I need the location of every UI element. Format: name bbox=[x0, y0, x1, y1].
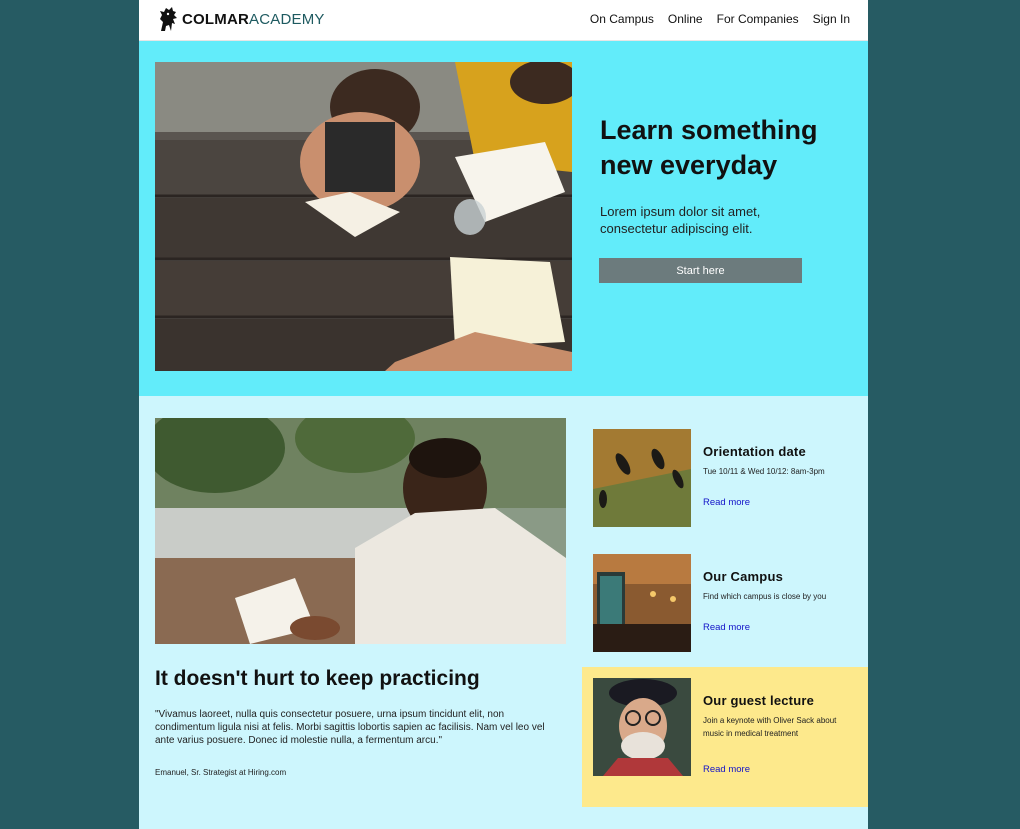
hero-section: Learn something new everyday Lorem ipsum… bbox=[139, 41, 868, 396]
nav-sign-in[interactable]: Sign In bbox=[813, 12, 850, 26]
testimonial-author: Emanuel, Sr. Strategist at Hiring.com bbox=[155, 768, 287, 777]
hero-subtitle: Lorem ipsum dolor sit amet, consectetur … bbox=[600, 204, 761, 236]
hero-image-students-studying bbox=[155, 62, 572, 371]
logo-link[interactable]: COLMARACADEMY bbox=[157, 5, 325, 33]
site-header: COLMARACADEMY On Campus Online For Compa… bbox=[139, 0, 868, 41]
card-orientation: Orientation date Tue 10/11 & Wed 10/12: … bbox=[582, 418, 868, 558]
main-nav: On Campus Online For Companies Sign In bbox=[590, 12, 850, 26]
card-orientation-title: Orientation date bbox=[703, 444, 806, 459]
card-guest-lecture: Our guest lecture Join a keynote with Ol… bbox=[582, 667, 868, 807]
campus-thumbnail bbox=[593, 554, 691, 652]
nav-on-campus[interactable]: On Campus bbox=[590, 12, 654, 26]
hero-title: Learn something new everyday bbox=[600, 115, 818, 180]
testimonial-title: It doesn't hurt to keep practicing bbox=[155, 667, 480, 690]
lion-logo-icon bbox=[160, 7, 177, 31]
testimonial-quote: "Vivamus laoreet, nulla quis consectetur… bbox=[155, 709, 545, 746]
guest-lecture-thumbnail bbox=[593, 678, 691, 776]
orientation-thumbnail bbox=[593, 429, 691, 527]
logo-text: COLMARACADEMY bbox=[182, 10, 325, 28]
card-guest-lecture-desc: Join a keynote with Oliver Sack about mu… bbox=[703, 716, 837, 738]
card-campus-title: Our Campus bbox=[703, 569, 784, 584]
card-campus: Our Campus Find which campus is close by… bbox=[582, 543, 868, 683]
nav-online[interactable]: Online bbox=[668, 12, 703, 26]
nav-for-companies[interactable]: For Companies bbox=[717, 12, 799, 26]
card-orientation-desc: Tue 10/11 & Wed 10/12: 8am-3pm bbox=[703, 467, 825, 476]
page: COLMARACADEMY On Campus Online For Compa… bbox=[139, 0, 868, 829]
card-campus-desc: Find which campus is close by you bbox=[703, 592, 827, 601]
card-orientation-read-more[interactable]: Read more bbox=[703, 497, 750, 508]
card-guest-lecture-read-more[interactable]: Read more bbox=[703, 764, 750, 775]
card-guest-lecture-title: Our guest lecture bbox=[703, 693, 815, 708]
card-campus-read-more[interactable]: Read more bbox=[703, 622, 750, 633]
man-reading-image bbox=[155, 418, 566, 644]
start-here-button[interactable]: Start here bbox=[599, 258, 802, 283]
